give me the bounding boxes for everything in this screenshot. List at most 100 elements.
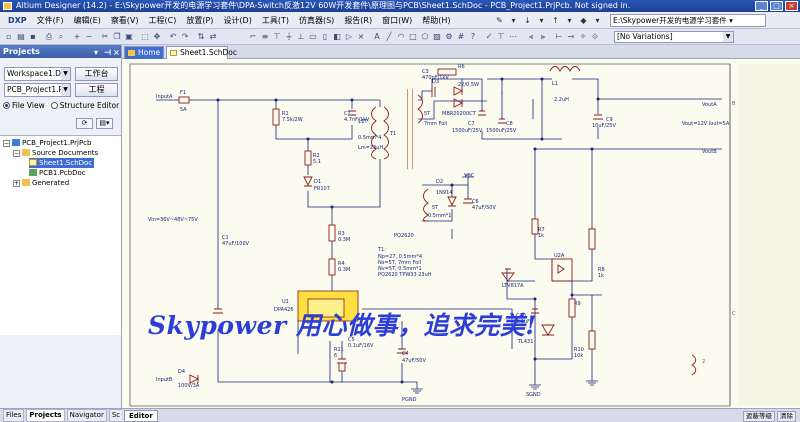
close-button[interactable]: × <box>785 1 798 11</box>
vcc-icon[interactable]: ⊥ <box>296 32 306 42</box>
workspace-select[interactable]: Workspace1.Dsn' ▼ <box>4 67 71 81</box>
save-icon[interactable]: ▪ <box>28 32 38 42</box>
menu-design[interactable]: 设计(D) <box>219 13 255 28</box>
nav-icon[interactable]: ⟐ <box>590 32 600 42</box>
tree-item-sheet1[interactable]: Sheet1.SchDoc <box>29 158 95 168</box>
arc-icon[interactable]: ◠ <box>396 32 406 42</box>
expand-icon[interactable]: + <box>13 180 20 187</box>
chevron-down-icon[interactable]: ▾ <box>536 15 547 26</box>
tab-files[interactable]: Files <box>3 409 25 422</box>
paste-icon[interactable]: ▣ <box>124 32 134 42</box>
redo-icon[interactable]: ↷ <box>180 32 190 42</box>
menu-simulator[interactable]: 仿真器(S) <box>295 13 338 28</box>
menu-edit[interactable]: 编辑(E) <box>70 13 105 28</box>
new-file-icon[interactable]: ▫ <box>4 32 14 42</box>
chevron-down-icon[interactable]: ▼ <box>61 68 70 80</box>
chevron-down-icon[interactable]: ▾ <box>508 15 519 26</box>
workspace-button[interactable]: 工作台 <box>75 67 118 81</box>
collapse-icon[interactable]: − <box>3 140 10 147</box>
align-left-icon[interactable]: ⫷ <box>526 32 536 42</box>
tab-projects[interactable]: Projects <box>26 409 65 422</box>
chevron-down-icon[interactable]: ▾ <box>94 46 98 59</box>
schematic-canvas[interactable]: B C 2 InputA F1 5A R1 7.5k/2W C2 4.7nF/1… <box>122 59 800 408</box>
open-folder-icon[interactable]: ▤ <box>16 32 26 42</box>
file-view-radio[interactable]: File View <box>3 101 45 110</box>
diamond-icon[interactable]: ◆ <box>578 15 589 26</box>
bus-icon[interactable]: ≡ <box>260 32 270 42</box>
structure-editor-radio[interactable]: Structure Editor <box>50 101 119 110</box>
collapse-icon[interactable]: − <box>13 150 20 157</box>
net-label-icon[interactable]: ⊤ <box>272 32 282 42</box>
menu-project[interactable]: 工程(C) <box>145 13 181 28</box>
tree-item-pcb1[interactable]: PCB1.PcbDoc <box>29 168 86 178</box>
minimize-button[interactable]: _ <box>755 1 768 11</box>
menu-window[interactable]: 窗口(W) <box>378 13 416 28</box>
help-icon[interactable]: ? <box>468 32 478 42</box>
port-icon[interactable]: ▷ <box>344 32 354 42</box>
probe-icon[interactable]: ⊸ <box>566 32 576 42</box>
arrow-down-icon[interactable]: ↓ <box>522 15 533 26</box>
pin-icon[interactable]: ⊣ <box>104 46 111 59</box>
tree-item-source-documents[interactable]: − Source Documents <box>13 148 98 158</box>
grid-icon[interactable]: # <box>456 32 466 42</box>
chevron-down-icon[interactable]: ▾ <box>564 15 575 26</box>
tab-home[interactable]: Home <box>124 46 164 59</box>
refresh-icon[interactable]: ⟳ <box>76 118 93 129</box>
mask-level-button[interactable]: 遮蔽等级 <box>743 411 775 422</box>
image-icon[interactable]: ▨ <box>432 32 442 42</box>
menu-file[interactable]: 文件(F) <box>33 13 68 28</box>
align-right-icon[interactable]: ⫸ <box>538 32 548 42</box>
gnd-icon[interactable]: ⏚ <box>284 32 294 42</box>
select-icon[interactable]: ⬚ <box>140 32 150 42</box>
project-select[interactable]: PCB_Project1.PrjPcb ▼ <box>4 83 71 97</box>
sheet-symbol-icon[interactable]: ▯ <box>320 32 330 42</box>
pencil-icon[interactable]: ✎ <box>494 15 505 26</box>
move-icon[interactable]: ✥ <box>152 32 162 42</box>
menu-dxp[interactable]: DXP <box>4 13 31 28</box>
chevron-down-icon[interactable]: ▼ <box>723 32 733 42</box>
zoom-out-icon[interactable]: − <box>84 32 94 42</box>
tree-item-project[interactable]: − PCB_Project1.PrjPcb <box>3 138 91 148</box>
no-erc-icon[interactable]: × <box>356 32 366 42</box>
wire-icon[interactable]: ⌐ <box>248 32 258 42</box>
options-icon[interactable]: ▤▾ <box>96 118 113 129</box>
sheet-entry-icon[interactable]: ◧ <box>332 32 342 42</box>
tab-editor[interactable]: Editor <box>124 410 158 422</box>
cross-probe-icon[interactable]: ⇄ <box>208 32 218 42</box>
hierarchy-icon[interactable]: ⇅ <box>196 32 206 42</box>
menu-tools[interactable]: 工具(T) <box>258 13 293 28</box>
maximize-button[interactable]: □ <box>770 1 783 11</box>
tab-sheet1[interactable]: Sheet1.SchDoc <box>166 46 237 59</box>
line-icon[interactable]: ╱ <box>384 32 394 42</box>
highlight-icon[interactable]: ✧ <box>578 32 588 42</box>
annotate-icon[interactable]: ⋯ <box>508 32 518 42</box>
copy-icon[interactable]: ❐ <box>112 32 122 42</box>
zoom-icon[interactable]: ⌕ <box>56 32 66 42</box>
menu-reports[interactable]: 报告(R) <box>340 13 376 28</box>
variations-select[interactable]: [No Variations] ▼ <box>614 31 734 43</box>
zoom-in-icon[interactable]: + <box>72 32 82 42</box>
compile-icon[interactable]: ⚙ <box>444 32 454 42</box>
chevron-down-icon[interactable]: ▼ <box>61 84 70 96</box>
menu-help[interactable]: 帮助(H) <box>418 13 454 28</box>
power-port-icon[interactable]: ⊤ <box>496 32 506 42</box>
rect-icon[interactable]: □ <box>408 32 418 42</box>
undo-icon[interactable]: ↶ <box>168 32 178 42</box>
part-icon[interactable]: ▭ <box>308 32 318 42</box>
pin-icon[interactable]: ⊢ <box>554 32 564 42</box>
close-icon[interactable]: × <box>113 46 120 59</box>
cut-icon[interactable]: ✂ <box>100 32 110 42</box>
tab-navigator[interactable]: Navigator <box>66 409 107 422</box>
tab-sch[interactable]: Sc <box>108 409 124 422</box>
chevron-down-icon[interactable]: ▾ <box>592 15 603 26</box>
arrow-up-icon[interactable]: ↑ <box>550 15 561 26</box>
clear-button[interactable]: 清除 <box>777 411 796 422</box>
menu-place[interactable]: 放置(P) <box>182 13 217 28</box>
tree-item-generated[interactable]: + Generated <box>13 178 69 188</box>
print-icon[interactable]: ⎙ <box>44 32 54 42</box>
path-combo[interactable]: E:\Skypower开发的电源学习套件 ▾ <box>610 13 766 27</box>
project-button[interactable]: 工程 <box>75 83 118 97</box>
polygon-icon[interactable]: ⬠ <box>420 32 430 42</box>
menu-view[interactable]: 察看(V) <box>107 13 143 28</box>
ok-icon[interactable]: ✓ <box>484 32 494 42</box>
